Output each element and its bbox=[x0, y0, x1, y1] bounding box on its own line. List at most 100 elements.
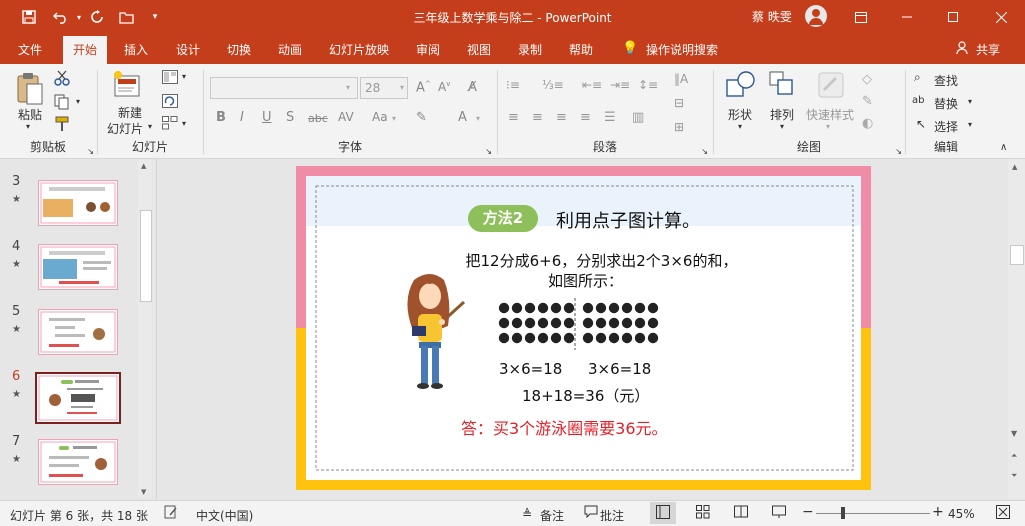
font-color-icon[interactable]: A bbox=[458, 110, 467, 125]
align-text-icon[interactable]: ⊟ bbox=[674, 96, 684, 110]
tab-animations[interactable]: 动画 bbox=[278, 41, 302, 58]
lightbulb-icon[interactable]: 💡 bbox=[622, 41, 638, 56]
editor-scroll-down-icon[interactable]: ▼ bbox=[1011, 429, 1017, 438]
strikethrough-icon[interactable]: abc bbox=[308, 112, 328, 125]
clipboard-launcher-icon[interactable]: ↘ bbox=[87, 147, 94, 156]
replace-dropdown-icon[interactable]: ▾ bbox=[968, 97, 972, 106]
tab-help[interactable]: 帮助 bbox=[569, 41, 593, 58]
shapes-dropdown-icon[interactable]: ▾ bbox=[738, 122, 742, 131]
scroll-down-icon[interactable]: ▼ bbox=[141, 488, 146, 496]
comments-button[interactable]: 批注 bbox=[600, 507, 624, 524]
next-slide-icon[interactable]: ⏷ bbox=[1011, 471, 1017, 481]
shape-fill-icon[interactable]: ◇ bbox=[862, 72, 872, 87]
font-family-dropdown-icon[interactable]: ▾ bbox=[346, 83, 350, 92]
columns-icon[interactable]: ▥ bbox=[632, 110, 644, 125]
tab-review[interactable]: 审阅 bbox=[416, 41, 440, 58]
copy-dropdown-icon[interactable]: ▾ bbox=[76, 97, 80, 106]
user-name[interactable]: 蔡 昳雯 bbox=[752, 8, 792, 25]
share-icon[interactable] bbox=[956, 41, 970, 58]
zoom-level[interactable]: 45% bbox=[948, 507, 975, 521]
tab-slideshow[interactable]: 幻灯片放映 bbox=[329, 41, 389, 58]
editor-scroll-thumb[interactable] bbox=[1010, 245, 1024, 265]
font-size-box[interactable]: 28 ▾ bbox=[360, 77, 408, 99]
slide-canvas[interactable]: 方法2 利用点子图计算。 把12分成6+6，分别求出2个3×6的和， 如图所示：… bbox=[296, 166, 871, 490]
clear-formatting-icon[interactable]: A̸ bbox=[468, 80, 477, 95]
find-button[interactable]: 查找 bbox=[934, 72, 958, 89]
slide-counter[interactable]: 幻灯片 第 6 张，共 18 张 bbox=[10, 507, 148, 524]
format-painter-icon[interactable] bbox=[54, 116, 70, 136]
new-slide-label[interactable]: 新建 bbox=[118, 104, 142, 121]
tell-me-search[interactable]: 操作说明搜索 bbox=[646, 41, 718, 58]
find-icon[interactable]: ⌕ bbox=[914, 70, 921, 85]
section-icon[interactable] bbox=[162, 116, 178, 134]
tab-home[interactable]: 开始 bbox=[63, 36, 108, 64]
zoom-slider-track[interactable] bbox=[816, 513, 930, 514]
scroll-up-icon[interactable]: ▲ bbox=[141, 162, 146, 170]
shape-effects-icon[interactable]: ◐ bbox=[862, 116, 873, 131]
new-slide-dropdown-icon[interactable]: ▾ bbox=[148, 122, 152, 131]
tab-file[interactable]: 文件 bbox=[18, 41, 42, 58]
numbering-icon[interactable]: ⅓≡ bbox=[542, 78, 564, 92]
highlight-icon[interactable]: ✎ bbox=[416, 110, 427, 125]
replace-icon[interactable]: ab bbox=[912, 95, 924, 106]
italic-icon[interactable]: I bbox=[240, 110, 244, 125]
decrease-indent-icon[interactable]: ⇤≡ bbox=[582, 78, 602, 92]
maximize-button[interactable] bbox=[930, 0, 976, 34]
reset-icon[interactable] bbox=[162, 94, 178, 112]
editor-scroll-up-icon[interactable]: ▲ bbox=[1012, 163, 1017, 171]
select-icon[interactable]: ↖ bbox=[916, 117, 926, 131]
quick-styles-dropdown-icon[interactable]: ▾ bbox=[826, 122, 830, 131]
increase-indent-icon[interactable]: ⇥≡ bbox=[610, 78, 630, 92]
paste-label[interactable]: 粘贴 bbox=[18, 106, 42, 123]
accessibility-icon[interactable] bbox=[164, 505, 178, 522]
text-direction-icon[interactable]: ‖A bbox=[674, 72, 688, 86]
zoom-out-icon[interactable]: − bbox=[802, 504, 814, 520]
line-spacing-icon[interactable]: ↕≡ bbox=[638, 78, 658, 92]
paragraph-launcher-icon[interactable]: ↘ bbox=[701, 147, 708, 156]
editor-scrollbar[interactable]: ▲ ▼ ⏶ ⏷ bbox=[1008, 159, 1025, 499]
change-case-dropdown-icon[interactable]: ▾ bbox=[392, 114, 396, 123]
font-size-dropdown-icon[interactable]: ▾ bbox=[400, 83, 404, 92]
tab-insert[interactable]: 插入 bbox=[124, 41, 148, 58]
close-button[interactable] bbox=[978, 0, 1024, 34]
font-launcher-icon[interactable]: ↘ bbox=[485, 147, 492, 156]
ribbon-display-options-icon[interactable] bbox=[838, 0, 884, 34]
character-spacing-icon[interactable]: AV bbox=[338, 110, 354, 124]
select-dropdown-icon[interactable]: ▾ bbox=[968, 120, 972, 129]
change-case-icon[interactable]: Aa bbox=[372, 110, 388, 124]
comments-icon[interactable] bbox=[584, 505, 598, 521]
font-color-dropdown-icon[interactable]: ▾ bbox=[476, 114, 480, 123]
paste-icon[interactable] bbox=[16, 72, 44, 110]
reading-view-icon[interactable] bbox=[734, 505, 748, 522]
tab-transitions[interactable]: 切换 bbox=[227, 41, 251, 58]
shape-outline-icon[interactable]: ✎ bbox=[862, 94, 873, 109]
minimize-button[interactable] bbox=[884, 0, 930, 34]
tab-view[interactable]: 视图 bbox=[467, 41, 491, 58]
distributed-icon[interactable]: ☰ bbox=[604, 110, 616, 125]
tab-record[interactable]: 录制 bbox=[518, 41, 542, 58]
justify-icon[interactable]: ≡ bbox=[580, 110, 591, 125]
slide-thumbnail-4[interactable] bbox=[38, 244, 118, 290]
notes-icon[interactable]: ≜ bbox=[522, 507, 532, 521]
zoom-slider-thumb[interactable] bbox=[841, 507, 845, 519]
align-left-icon[interactable]: ≡ bbox=[508, 110, 519, 125]
slide-thumbnail-6[interactable] bbox=[35, 372, 121, 424]
layout-icon[interactable] bbox=[162, 70, 178, 88]
thumbnail-scrollbar[interactable]: ▲ ▼ bbox=[138, 160, 152, 498]
underline-icon[interactable]: U bbox=[262, 110, 272, 125]
quick-styles-icon[interactable] bbox=[816, 70, 846, 104]
language-status[interactable]: 中文(中国) bbox=[196, 507, 253, 524]
arrange-icon[interactable] bbox=[768, 70, 798, 104]
replace-button[interactable]: 替换 bbox=[934, 95, 958, 112]
slide-thumbnail-3[interactable] bbox=[38, 180, 118, 226]
previous-slide-icon[interactable]: ⏶ bbox=[1011, 451, 1017, 461]
scroll-thumb[interactable] bbox=[140, 210, 152, 302]
collapse-ribbon-icon[interactable]: ∧ bbox=[1000, 142, 1007, 153]
share-button[interactable]: 共享 bbox=[976, 41, 1000, 58]
smartart-icon[interactable]: ⊞ bbox=[674, 120, 684, 134]
cut-icon[interactable] bbox=[54, 70, 70, 90]
slideshow-view-icon[interactable] bbox=[772, 505, 786, 522]
bold-icon[interactable]: B bbox=[216, 110, 226, 125]
avatar[interactable] bbox=[805, 5, 827, 27]
font-family-box[interactable] bbox=[210, 77, 358, 99]
